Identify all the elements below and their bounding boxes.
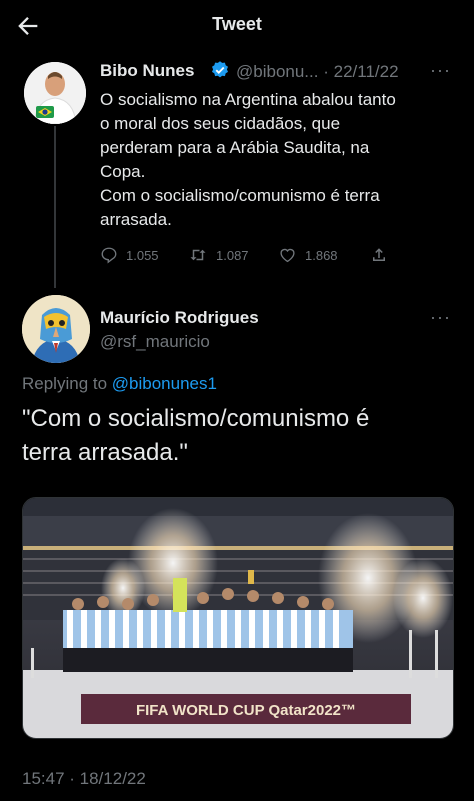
thread-connector [54, 126, 56, 288]
replying-handle-link[interactable]: @bibonunes1 [112, 374, 217, 393]
tweet-line: terra arrasada." [22, 439, 188, 466]
quoted-date[interactable]: 22/11/22 [334, 62, 399, 81]
avatar-mauricio[interactable] [22, 295, 90, 363]
replying-to: Replying to @bibonunes1 [22, 374, 217, 394]
reply-icon [101, 247, 117, 264]
separator: · [323, 62, 329, 81]
media-banner-text: FIFA WORLD CUP Qatar2022™ [136, 702, 356, 719]
top-bar: Tweet [0, 0, 474, 50]
main-tweet-text: "Com o socialismo/comunismo é terra arra… [22, 402, 462, 470]
reply-button[interactable]: 1.055 [100, 246, 159, 264]
reply-count: 1.055 [126, 247, 159, 263]
tweet-line: Copa. [100, 162, 146, 181]
more-icon[interactable]: ··· [430, 60, 451, 81]
quoted-handle-date: @bibonu... · 22/11/22 [236, 62, 399, 82]
share-icon [373, 248, 385, 261]
replying-prefix: Replying to [22, 374, 112, 393]
tweet-line: o moral dos seus cidadãos, que [100, 114, 341, 133]
like-button[interactable]: 1.868 [278, 246, 338, 264]
main-handle[interactable]: @rsf_mauricio [100, 332, 210, 352]
tweet-line: O socialismo na Argentina abalou tanto [100, 90, 396, 109]
like-count: 1.868 [305, 247, 338, 263]
tweet-line: Com o socialismo/comunismo é terra [100, 186, 380, 205]
quoted-tweet-text: O socialismo na Argentina abalou tanto o… [100, 88, 440, 232]
verified-badge-icon [210, 60, 230, 80]
retweet-count: 1.087 [216, 247, 249, 263]
more-icon[interactable]: ··· [430, 307, 451, 328]
share-button[interactable] [370, 246, 396, 264]
tweet-line: "Com o socialismo/comunismo é [22, 405, 370, 432]
main-author-name[interactable]: Maurício Rodrigues [100, 308, 259, 328]
tweet-media-image[interactable]: FIFA WORLD CUP Qatar2022™ [22, 497, 454, 739]
page-title: Tweet [212, 14, 262, 34]
quoted-author-name[interactable]: Bibo Nunes [100, 61, 194, 81]
like-icon [280, 248, 295, 263]
retweet-icon [190, 249, 206, 261]
tweet-timestamp[interactable]: 15:47 · 18/12/22 [22, 769, 146, 789]
quoted-handle[interactable]: @bibonu... [236, 62, 318, 81]
tweet-line: arrasada. [100, 210, 172, 229]
tweet-line: perderam para a Arábia Saudita, na [100, 138, 370, 157]
retweet-button[interactable]: 1.087 [188, 246, 249, 264]
avatar-bibo[interactable] [24, 62, 86, 124]
